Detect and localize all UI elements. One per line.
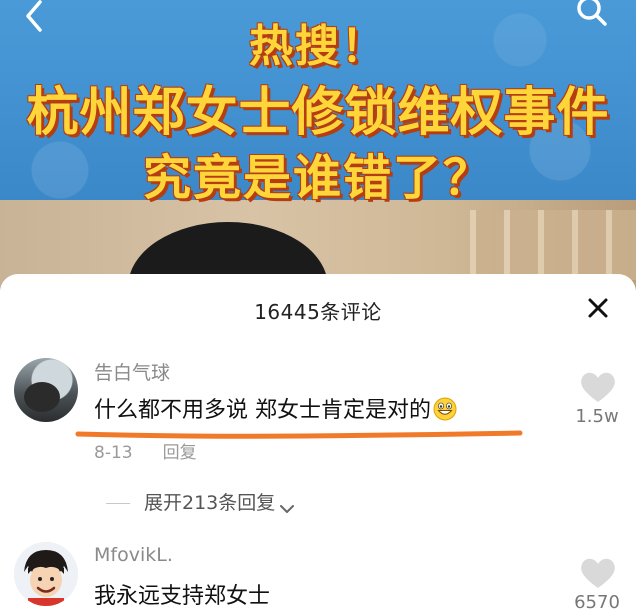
expand-replies-label: 展开213条回复 [144,492,276,514]
comment-text[interactable]: 什么都不用多说 郑女士肯定是对的 [94,392,457,424]
comments-sheet: 16445条评论 告白气球 什么都不用多说 郑女士肯定是对的 8-13 回复 展开… [0,274,636,613]
grinning-face-icon [433,397,457,421]
video-player[interactable]: 热搜！ 杭州郑女士修锁维权事件 究竟是谁错了？ [0,0,636,290]
comment-username[interactable]: 告白气球 [94,358,170,385]
heart-icon[interactable] [578,370,618,404]
reply-link[interactable]: 回复 [163,443,197,463]
headline-line-1: 热搜！ [249,21,387,72]
comment-text-content: 什么都不用多说 郑女士肯定是对的 [94,398,431,423]
chevron-down-icon [279,498,295,513]
avatar[interactable] [14,358,78,422]
like-count: 1.5w [575,406,619,427]
headline-line-3: 究竟是谁错了？ [142,150,493,206]
like-count: 6570 [574,592,620,613]
comment-username[interactable]: MfovikL. [94,544,173,566]
avatar[interactable] [14,542,78,606]
comment-meta: 8-13 回复 [94,438,197,463]
shelf-decoration [470,210,636,280]
search-icon[interactable] [572,0,612,32]
back-icon[interactable] [14,0,54,32]
divider [106,503,130,504]
expand-replies-button[interactable]: 展开213条回复 [106,488,295,515]
close-icon[interactable] [584,294,612,322]
comments-count-title: 16445条评论 [254,300,382,324]
comment-date: 8-13 [94,443,133,463]
comment-text[interactable]: 我永远支持郑女士 [94,578,270,610]
heart-icon[interactable] [578,556,618,590]
headline-line-2: 杭州郑女士修锁维权事件 [26,83,610,143]
